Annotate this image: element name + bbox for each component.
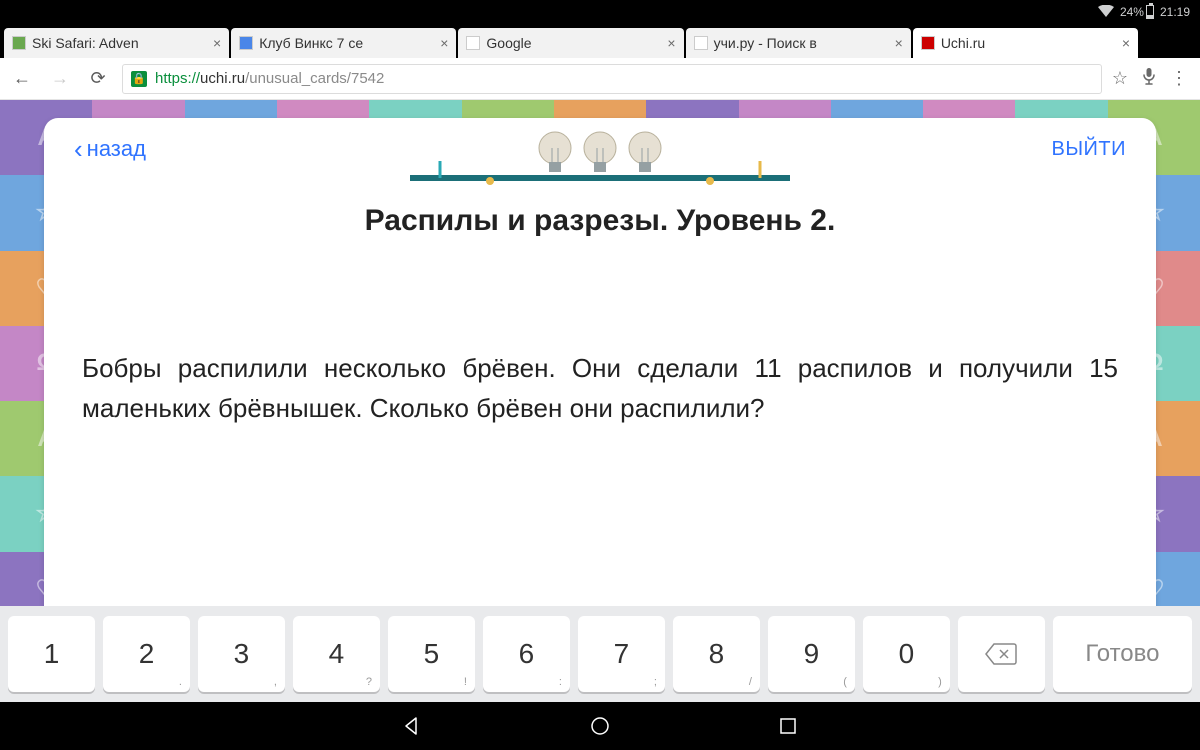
- exercise-title: Распилы и разрезы. Уровень 2.: [74, 204, 1126, 238]
- key-sublabel: ): [938, 676, 942, 688]
- tab-close-icon[interactable]: ×: [667, 35, 675, 51]
- key-label: 4: [329, 638, 345, 670]
- battery-icon: [1146, 5, 1154, 19]
- browser-toolbar: ← → ⟳ 🔒 https://uchi.ru/unusual_cards/75…: [0, 58, 1200, 100]
- android-recents-button[interactable]: [774, 712, 802, 740]
- browser-tab[interactable]: учи.ру - Поиск в ×: [686, 28, 911, 58]
- tab-label: Клуб Винкс 7 се: [259, 35, 363, 51]
- key-sublabel: !: [464, 676, 467, 688]
- voice-search-icon[interactable]: [1142, 67, 1156, 90]
- tab-label: Uchi.ru: [941, 35, 985, 51]
- lightbulbs-decoration: [410, 126, 790, 196]
- key-2[interactable]: 2.: [103, 616, 190, 692]
- android-status-bar: 24% 21:19: [0, 0, 1200, 24]
- key-sublabel: /: [749, 676, 752, 688]
- numeric-keyboard: 12.3,4?5!6:7;8/9(0)Готово: [0, 606, 1200, 702]
- device-frame: 24% 21:19 Ski Safari: Adven×Клуб Винкс 7…: [0, 0, 1200, 750]
- key-sublabel: (: [843, 676, 847, 688]
- key-5[interactable]: 5!: [388, 616, 475, 692]
- android-navbar: [0, 702, 1200, 750]
- tab-label: Google: [486, 35, 531, 51]
- backspace-icon: [984, 642, 1018, 666]
- clock: 21:19: [1160, 5, 1190, 19]
- key-label: 6: [519, 638, 535, 670]
- key-9[interactable]: 9(: [768, 616, 855, 692]
- tab-close-icon[interactable]: ×: [895, 35, 903, 51]
- key-label: 0: [899, 638, 915, 670]
- tab-close-icon[interactable]: ×: [213, 35, 221, 51]
- key-label: 1: [44, 638, 60, 670]
- address-bar[interactable]: 🔒 https://uchi.ru/unusual_cards/7542: [122, 64, 1102, 94]
- key-label: 9: [804, 638, 820, 670]
- key-done[interactable]: Готово: [1053, 616, 1192, 692]
- tab-label: учи.ру - Поиск в: [714, 35, 817, 51]
- tab-favicon: [12, 36, 26, 50]
- battery-pct: 24%: [1120, 5, 1144, 19]
- tab-favicon: [694, 36, 708, 50]
- key-7[interactable]: 7;: [578, 616, 665, 692]
- key-3[interactable]: 3,: [198, 616, 285, 692]
- key-sublabel: ,: [274, 676, 277, 688]
- key-0[interactable]: 0): [863, 616, 950, 692]
- key-sublabel: :: [559, 676, 562, 688]
- tab-close-icon[interactable]: ×: [440, 35, 448, 51]
- reload-button[interactable]: ⟳: [84, 65, 112, 93]
- key-sublabel: ?: [366, 676, 372, 688]
- key-backspace[interactable]: [958, 616, 1045, 692]
- key-8[interactable]: 8/: [673, 616, 760, 692]
- key-sublabel: .: [179, 676, 182, 688]
- android-home-button[interactable]: [586, 712, 614, 740]
- exit-link[interactable]: ВЫЙТИ: [1051, 138, 1126, 161]
- exit-link-label: ВЫЙТИ: [1051, 138, 1126, 160]
- bookmark-star-icon[interactable]: ☆: [1112, 68, 1128, 89]
- key-label: 5: [424, 638, 440, 670]
- tab-favicon: [921, 36, 935, 50]
- back-link[interactable]: ‹ назад: [74, 136, 146, 162]
- wifi-icon: [1098, 5, 1114, 20]
- key-1[interactable]: 1: [8, 616, 95, 692]
- key-label: 8: [709, 638, 725, 670]
- battery-indicator: 24%: [1120, 5, 1154, 19]
- key-label: 3: [234, 638, 250, 670]
- tab-favicon: [466, 36, 480, 50]
- new-tab-area[interactable]: [1140, 28, 1200, 58]
- nav-forward-button[interactable]: →: [46, 65, 74, 93]
- tab-favicon: [239, 36, 253, 50]
- key-label: 2: [139, 638, 155, 670]
- chevron-left-icon: ‹: [74, 136, 83, 162]
- exercise-text: Бобры распилили несколько брёвен. Они сд…: [74, 348, 1126, 429]
- browser-tab[interactable]: Ski Safari: Adven ×: [4, 28, 229, 58]
- browser-tab[interactable]: Клуб Винкс 7 се ×: [231, 28, 456, 58]
- url-text: https://uchi.ru/unusual_cards/7542: [155, 70, 384, 87]
- browser-tab[interactable]: Google ×: [458, 28, 683, 58]
- browser-tab[interactable]: Uchi.ru ×: [913, 28, 1138, 58]
- tab-label: Ski Safari: Adven: [32, 35, 139, 51]
- key-4[interactable]: 4?: [293, 616, 380, 692]
- nav-back-button[interactable]: ←: [8, 65, 36, 93]
- tab-close-icon[interactable]: ×: [1122, 35, 1130, 51]
- key-done-label: Готово: [1085, 640, 1159, 668]
- browser-tabstrip: Ski Safari: Adven×Клуб Винкс 7 се×Google…: [0, 24, 1200, 58]
- android-back-button[interactable]: [398, 712, 426, 740]
- back-link-label: назад: [87, 136, 146, 162]
- menu-kebab-icon[interactable]: ⋮: [1170, 68, 1188, 89]
- key-label: 7: [614, 638, 630, 670]
- lock-icon: 🔒: [131, 71, 147, 87]
- key-sublabel: ;: [654, 676, 657, 688]
- key-6[interactable]: 6:: [483, 616, 570, 692]
